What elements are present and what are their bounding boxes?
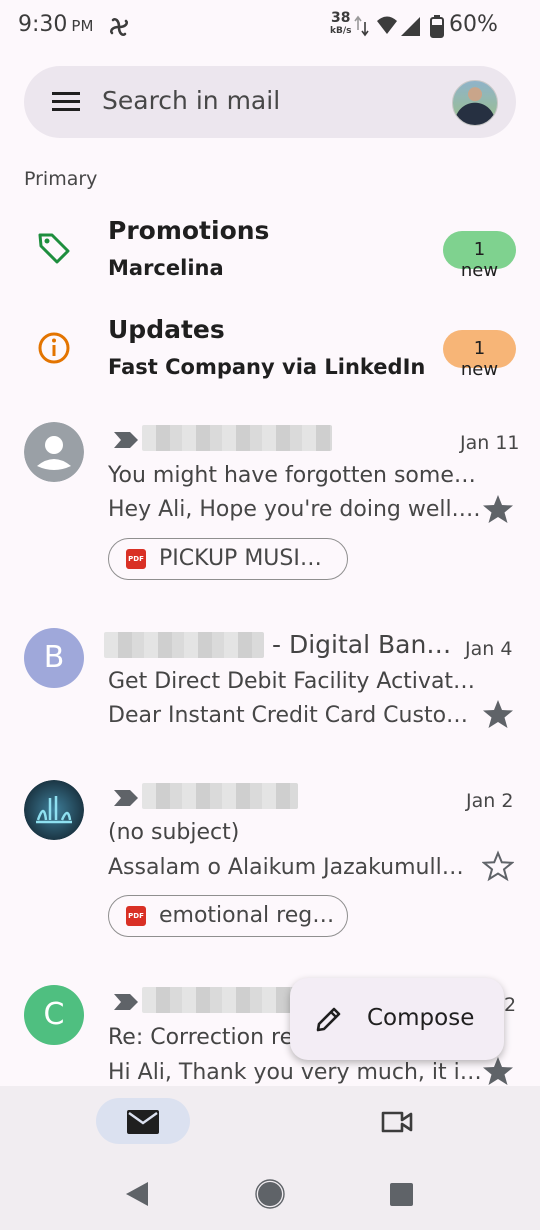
pdf-icon: PDF	[126, 906, 146, 926]
video-camera-icon[interactable]	[380, 1108, 414, 1136]
new-badge: 1 new	[443, 330, 516, 380]
redacted-sender	[142, 783, 298, 809]
mail-icon	[127, 1110, 159, 1134]
email-date: 2	[504, 994, 517, 1016]
network-speed-value: 38	[331, 10, 351, 26]
status-time: 9:30 PM	[18, 12, 93, 37]
network-speed-unit: kB/s	[330, 26, 352, 36]
star-icon-filled[interactable]	[482, 698, 514, 730]
email-subject: Get Direct Debit Facility Activat…	[108, 669, 476, 694]
star-icon-outline[interactable]	[482, 850, 514, 882]
status-time-value: 9:30	[18, 12, 68, 37]
important-marker-icon[interactable]	[114, 430, 140, 450]
category-sender: Fast Company via LinkedIn	[108, 355, 426, 379]
cell-signal-icon	[401, 17, 420, 36]
important-marker-icon[interactable]	[114, 788, 140, 808]
important-marker-icon[interactable]	[114, 992, 140, 1012]
attachment-name: emotional reg…	[159, 903, 335, 928]
category-title: Promotions	[108, 216, 270, 245]
sender-name-suffix: - Digital Ban…	[272, 630, 452, 659]
hamburger-menu-icon[interactable]	[52, 91, 80, 113]
signal-wifi-battery-icons	[354, 15, 444, 38]
email-subject: Re: Correction re	[108, 1025, 294, 1050]
fan-icon	[109, 17, 129, 37]
star-icon-filled[interactable]	[482, 493, 514, 525]
data-arrows-icon	[354, 15, 369, 37]
calligraphy-photo-avatar	[24, 780, 84, 840]
recents-icon[interactable]	[389, 1182, 414, 1207]
back-icon[interactable]	[124, 1180, 150, 1208]
pdf-icon: PDF	[126, 549, 146, 569]
network-speed: 38 kB/s	[330, 10, 352, 38]
category-title: Updates	[108, 315, 225, 344]
pencil-icon	[316, 1007, 341, 1032]
battery-icon	[430, 15, 444, 38]
email-subject: You might have forgotten some…	[108, 463, 476, 488]
compose-label: Compose	[367, 1005, 475, 1031]
category-sender: Marcelina	[108, 256, 224, 280]
attachment-name: PICKUP MUSI…	[159, 546, 322, 571]
email-snippet: Assalam o Alaikum Jazakumull…	[108, 855, 464, 880]
letter-avatar: B	[24, 628, 84, 688]
email-snippet: Hey Ali, Hope you're doing well.…	[108, 497, 481, 522]
redacted-sender	[104, 632, 264, 658]
email-subject: (no subject)	[108, 820, 240, 845]
person-placeholder-avatar	[24, 422, 84, 482]
email-snippet: Dear Instant Credit Card Custo…	[108, 703, 469, 728]
redacted-sender	[142, 987, 302, 1013]
email-snippet: Hi Ali, Thank you very much, it i…	[108, 1060, 482, 1085]
email-date: Jan 2	[466, 790, 514, 812]
status-ampm: PM	[71, 17, 94, 35]
redacted-sender	[142, 425, 332, 451]
email-date: Jan 4	[465, 638, 513, 660]
account-avatar[interactable]	[452, 80, 498, 126]
section-label: Primary	[24, 168, 98, 190]
wifi-icon	[377, 16, 397, 34]
info-icon	[38, 332, 70, 364]
letter-avatar: C	[24, 985, 84, 1045]
email-date: Jan 11	[460, 432, 520, 454]
new-badge: 1 new	[443, 231, 516, 281]
tag-icon	[38, 233, 70, 264]
battery-percentage: 60%	[449, 12, 498, 37]
search-input[interactable]: Search in mail	[102, 86, 280, 115]
home-icon[interactable]	[255, 1179, 285, 1209]
